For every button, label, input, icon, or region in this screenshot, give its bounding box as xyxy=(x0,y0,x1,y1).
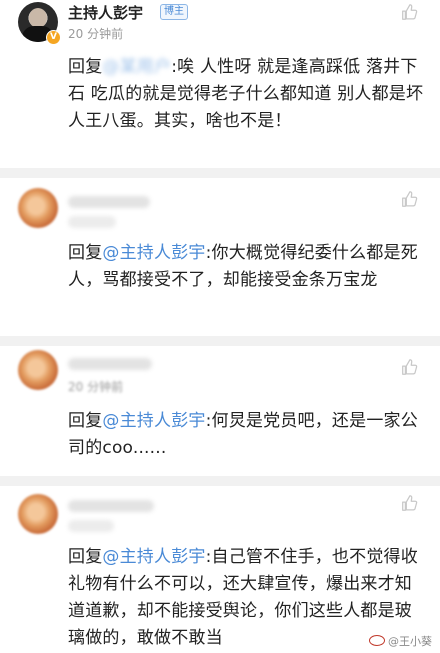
comment-time xyxy=(68,520,114,532)
author-name[interactable] xyxy=(68,500,154,512)
comment-item: 回复@主持人彭宇:你大概觉得纪委什么都是死人，骂都接受不了，却能接受金条万宝龙 xyxy=(0,178,440,338)
like-icon[interactable] xyxy=(400,358,418,376)
reply-prefix: 回复 xyxy=(68,57,103,77)
reply-mention[interactable]: @某用户 xyxy=(102,57,171,77)
comment-text: 回复@主持人彭宇:何炅是党员吧，还是一家公司的coo...... xyxy=(68,408,428,462)
author-name[interactable]: 主持人彭宇 xyxy=(68,2,143,23)
comment-item: 回复@主持人彭宇:自己管不住手，也不觉得收礼物有什么不可以，还大肆宣传，爆出来才… xyxy=(0,486,440,653)
divider xyxy=(0,336,440,346)
avatar[interactable] xyxy=(18,188,58,228)
author-name[interactable] xyxy=(68,358,152,370)
divider xyxy=(0,168,440,178)
avatar[interactable] xyxy=(18,494,58,534)
reply-prefix: 回复 xyxy=(68,243,103,263)
comment-time: 20 分钟前 xyxy=(68,27,124,41)
reply-mention[interactable]: @主持人彭宇 xyxy=(102,411,205,431)
comment-time xyxy=(68,216,116,228)
weibo-logo-icon xyxy=(369,635,385,646)
like-icon[interactable] xyxy=(400,494,418,512)
like-icon[interactable] xyxy=(400,3,418,21)
reply-prefix: 回复 xyxy=(68,547,103,567)
author-name[interactable] xyxy=(68,196,150,208)
comment-item: V 主持人彭宇 博主 20 分钟前 回复@某用户:唉 人性呀 就是逢高踩低 落井… xyxy=(0,0,440,180)
comment-item: 20 分钟前 回复@主持人彭宇:何炅是党员吧，还是一家公司的coo...... xyxy=(0,346,440,476)
comment-text: 回复@某用户:唉 人性呀 就是逢高踩低 落井下石 吃瓜的就是觉得老子什么都知道 … xyxy=(68,54,428,135)
like-icon[interactable] xyxy=(400,190,418,208)
reply-mention[interactable]: @主持人彭宇 xyxy=(102,243,205,263)
watermark: @王小葵 xyxy=(369,633,432,649)
comment-text: 回复@主持人彭宇:你大概觉得纪委什么都是死人，骂都接受不了，却能接受金条万宝龙 xyxy=(68,240,428,294)
divider xyxy=(0,476,440,486)
comment-time: 20 分钟前 xyxy=(68,380,124,394)
reply-prefix: 回复 xyxy=(68,411,103,431)
avatar[interactable] xyxy=(18,350,58,390)
reply-mention[interactable]: @主持人彭宇 xyxy=(102,547,205,567)
watermark-text: @王小葵 xyxy=(388,635,432,648)
verified-icon: V xyxy=(46,30,61,45)
author-badge: 博主 xyxy=(160,4,188,20)
